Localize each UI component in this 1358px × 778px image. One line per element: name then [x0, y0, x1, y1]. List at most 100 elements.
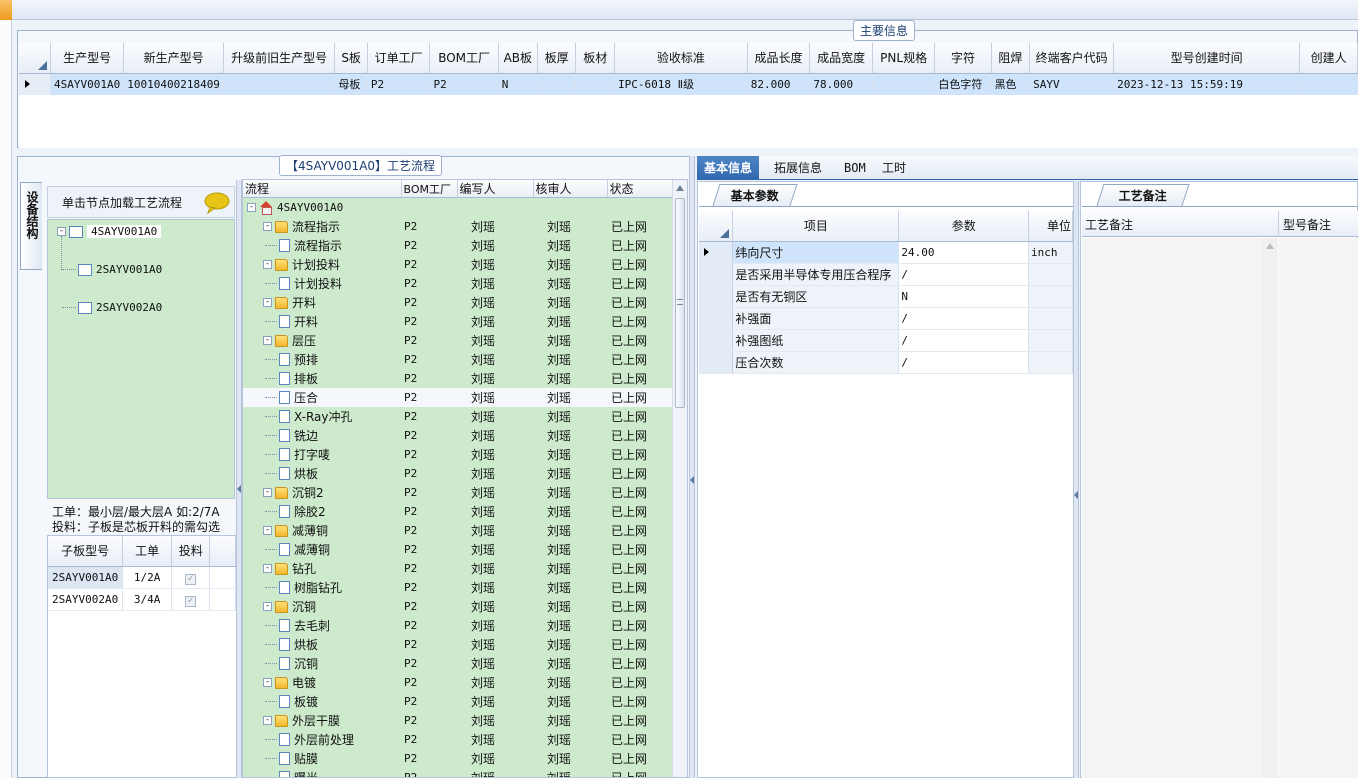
cell-unit[interactable]: inch [1028, 241, 1073, 264]
flow-row[interactable]: 压合 P2 刘瑶 刘瑶 已上网 [243, 388, 673, 407]
cell-reviewer[interactable]: 刘瑶 [533, 616, 607, 635]
cell-bom-factory[interactable]: P2 [401, 293, 457, 312]
flow-row[interactable]: 铣边 P2 刘瑶 刘瑶 已上网 [243, 426, 673, 445]
cell-bom-factory[interactable]: P2 [401, 217, 457, 236]
cell-reviewer[interactable]: 刘瑶 [533, 388, 607, 407]
cell-flow[interactable]: 去毛刺 [243, 616, 401, 635]
cell-reviewer[interactable]: 刘瑶 [533, 407, 607, 426]
main-cell[interactable]: IPC-6018 Ⅱ级 [614, 73, 748, 95]
cell-writer[interactable]: 刘瑶 [457, 293, 533, 312]
struct-root-node[interactable]: - 4SAYV001A0 [57, 222, 243, 241]
cell-bom-factory[interactable]: P2 [401, 730, 457, 749]
cell-status[interactable]: 已上网 [607, 217, 673, 236]
cell-bom-factory[interactable]: P2 [401, 388, 457, 407]
main-cell[interactable]: 4SAYV001A0 [50, 73, 125, 95]
cell-reviewer[interactable]: 刘瑶 [533, 236, 607, 255]
collapse-icon[interactable]: - [263, 526, 272, 535]
tab-extended-info[interactable]: 拓展信息 [767, 156, 829, 180]
cell-flow[interactable]: 预排 [243, 350, 401, 369]
row-indicator[interactable] [699, 329, 734, 352]
cell-bom-factory[interactable]: P2 [401, 616, 457, 635]
cell-flow[interactable]: 外层前处理 [243, 730, 401, 749]
cell-bom-factory[interactable]: P2 [401, 236, 457, 255]
col-item[interactable]: 项目 [732, 211, 900, 242]
cell-reviewer[interactable]: 刘瑶 [533, 521, 607, 540]
cell-bom-factory[interactable] [401, 198, 457, 218]
cell-bom-factory[interactable]: P2 [401, 331, 457, 350]
cell-flow[interactable]: 除胶2 [243, 502, 401, 521]
param-row[interactable]: 补强面 / [699, 307, 1073, 330]
cell-param[interactable]: / [898, 263, 1030, 286]
flow-row[interactable]: 板镀 P2 刘瑶 刘瑶 已上网 [243, 692, 673, 711]
cell-writer[interactable]: 刘瑶 [457, 654, 533, 673]
main-col-header[interactable]: 新生产型号 [123, 43, 224, 74]
cell-writer[interactable]: 刘瑶 [457, 274, 533, 293]
main-cell[interactable]: P2 [429, 73, 499, 95]
main-col-header[interactable]: 板厚 [537, 43, 577, 74]
col-bom-factory[interactable]: BOM工厂 [401, 180, 458, 198]
collapse-icon[interactable]: - [263, 488, 272, 497]
collapse-icon[interactable]: - [263, 298, 272, 307]
cell-flow[interactable]: 板镀 [243, 692, 401, 711]
main-cell[interactable]: SAYV [1029, 73, 1115, 95]
cell-status[interactable]: 已上网 [607, 293, 673, 312]
cell-flow[interactable]: - 流程指示 [243, 217, 401, 236]
cell-reviewer[interactable]: 刘瑶 [533, 464, 607, 483]
param-row[interactable]: 压合次数 / [699, 351, 1073, 374]
col-flow[interactable]: 流程 [243, 180, 402, 198]
process-note-textarea[interactable] [1082, 238, 1278, 778]
cell-writer[interactable]: 刘瑶 [457, 331, 533, 350]
cell-reviewer[interactable]: 刘瑶 [533, 540, 607, 559]
flow-row[interactable]: - 4SAYV001A0 [243, 197, 673, 218]
param-row[interactable]: 是否采用半导体专用压合程序 / [699, 263, 1073, 286]
cell-status[interactable]: 已上网 [607, 540, 673, 559]
flow-row[interactable]: - 外层干膜 P2 刘瑶 刘瑶 已上网 [243, 711, 673, 730]
cell-status[interactable]: 已上网 [607, 236, 673, 255]
row-indicator[interactable] [699, 285, 734, 308]
cell-bom-factory[interactable]: P2 [401, 369, 457, 388]
cell-flow[interactable]: 烘板 [243, 464, 401, 483]
scroll-up-icon[interactable] [1266, 243, 1274, 249]
cell-status[interactable]: 已上网 [607, 730, 673, 749]
collapse-icon[interactable]: - [263, 602, 272, 611]
cell-reviewer[interactable]: 刘瑶 [533, 673, 607, 692]
cell-flow[interactable]: - 沉铜2 [243, 483, 401, 502]
cell-reviewer[interactable]: 刘瑶 [533, 350, 607, 369]
cell-flow[interactable]: - 4SAYV001A0 [243, 198, 401, 218]
main-col-header[interactable]: 型号创建时间 [1113, 43, 1301, 74]
tab-basic-params[interactable]: 基本参数 [712, 184, 798, 206]
side-tab[interactable]: 设备结构 [20, 182, 42, 270]
main-col-header[interactable]: S板 [334, 43, 368, 74]
cell-reviewer[interactable]: 刘瑶 [533, 692, 607, 711]
cell-param[interactable]: / [898, 351, 1030, 374]
row-indicator[interactable] [699, 263, 734, 286]
cell-writer[interactable]: 刘瑶 [457, 711, 533, 730]
flow-row[interactable]: 烘板 P2 刘瑶 刘瑶 已上网 [243, 635, 673, 654]
col-status[interactable]: 状态 [607, 180, 674, 198]
cell-unit[interactable] [1028, 351, 1073, 374]
cell-reviewer[interactable]: 刘瑶 [533, 559, 607, 578]
cell-bom-factory[interactable]: P2 [401, 635, 457, 654]
cell-flow[interactable]: 铣边 [243, 426, 401, 445]
flow-row[interactable]: 除胶2 P2 刘瑶 刘瑶 已上网 [243, 502, 673, 521]
cell-status[interactable]: 已上网 [607, 369, 673, 388]
flow-row[interactable]: - 计划投料 P2 刘瑶 刘瑶 已上网 [243, 255, 673, 274]
collapse-icon[interactable]: - [57, 227, 66, 236]
cell-flow[interactable]: - 电镀 [243, 673, 401, 692]
cell-sub-model[interactable]: 2SAYV001A0 [48, 566, 124, 589]
main-cell[interactable] [1299, 73, 1358, 95]
collapse-icon[interactable]: - [263, 716, 272, 725]
cell-unit[interactable] [1028, 285, 1073, 308]
main-cell[interactable] [872, 73, 936, 95]
cell-status[interactable]: 已上网 [607, 749, 673, 768]
cell-writer[interactable]: 刘瑶 [457, 730, 533, 749]
cell-bom-factory[interactable]: P2 [401, 445, 457, 464]
main-cell[interactable]: N [498, 73, 538, 95]
col-model-note[interactable]: 型号备注 [1283, 216, 1331, 233]
cell-sub-order[interactable]: 1/2A [122, 566, 173, 589]
flow-row[interactable]: 贴膜 P2 刘瑶 刘瑶 已上网 [243, 749, 673, 768]
flow-row[interactable]: 打字唛 P2 刘瑶 刘瑶 已上网 [243, 445, 673, 464]
cell-status[interactable]: 已上网 [607, 388, 673, 407]
cell-reviewer[interactable]: 刘瑶 [533, 331, 607, 350]
table-row[interactable]: 2SAYV002A0 3/4A ✓ [48, 588, 236, 611]
